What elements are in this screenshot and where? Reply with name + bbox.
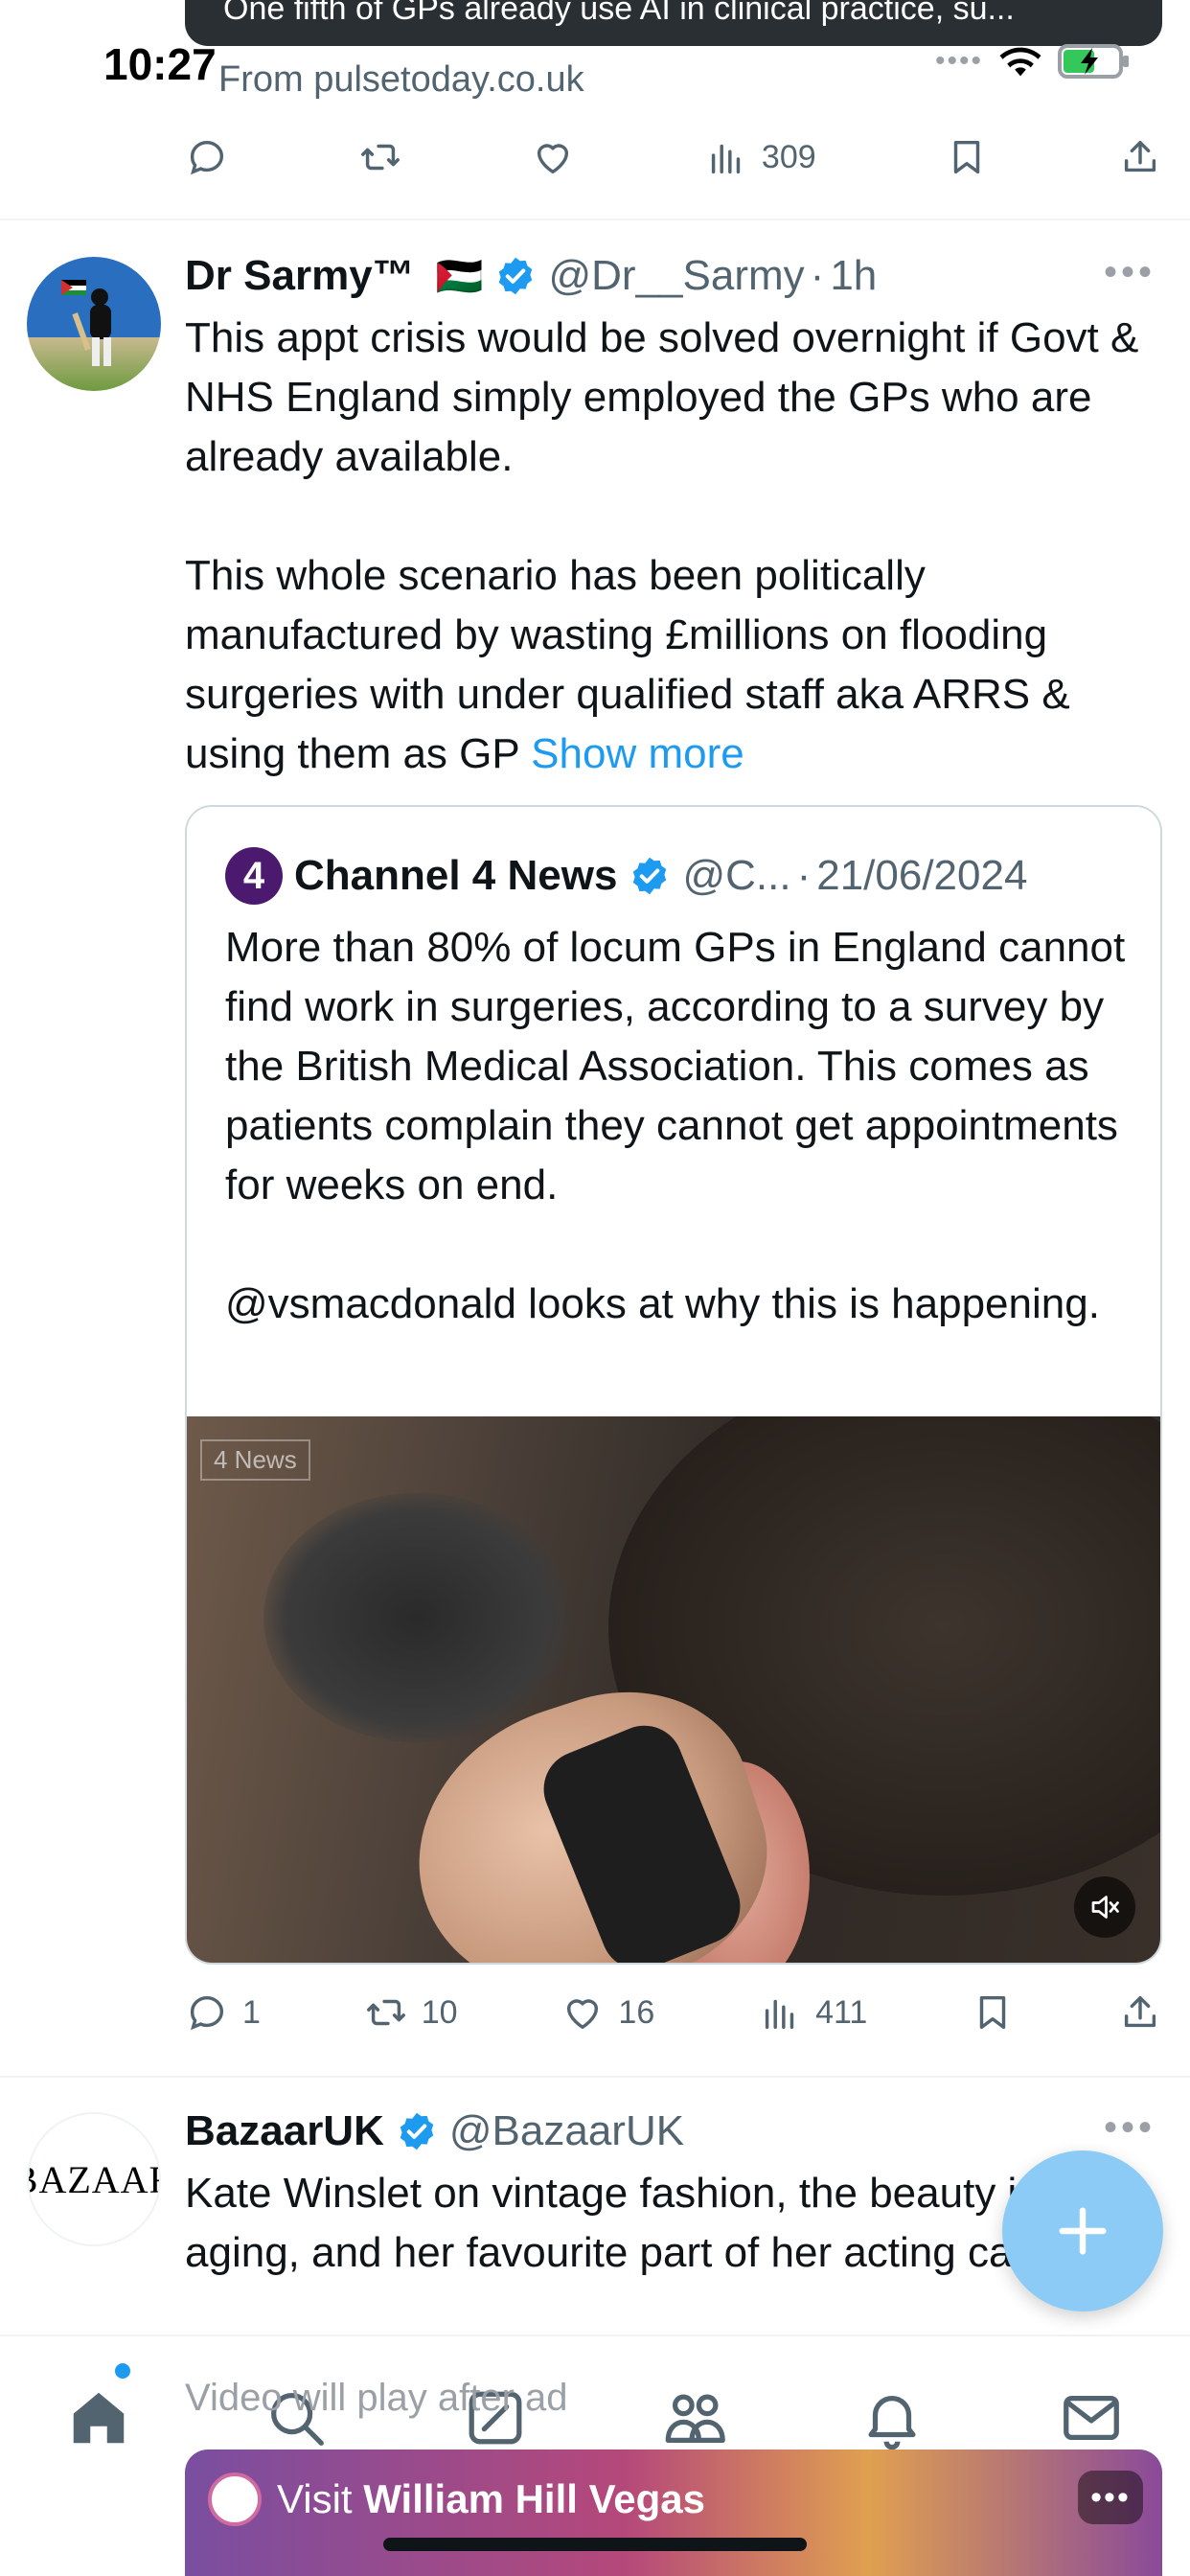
quote-date: 21/06/2024: [816, 852, 1028, 899]
status-icons: ••••: [935, 42, 1133, 80]
mail-icon: [1064, 2395, 1119, 2441]
ad-banner[interactable]: Visit William Hill Vegas •••: [185, 2450, 1162, 2576]
tab-home[interactable]: [56, 2375, 142, 2461]
quote-display-name: Channel 4 News: [294, 852, 618, 899]
bookmark-button[interactable]: [971, 1984, 1015, 2041]
avatar[interactable]: BAZAAR: [27, 2112, 161, 2246]
tweet-header: BazaarUK @BazaarUK: [185, 2103, 684, 2160]
divider: [0, 218, 1190, 220]
reply-button[interactable]: [185, 128, 229, 186]
bell-icon: [868, 2395, 916, 2450]
cricketer-image: [61, 280, 111, 366]
share-button[interactable]: [1118, 1984, 1162, 2041]
separator: ·: [810, 252, 825, 299]
compose-button[interactable]: [1002, 2150, 1163, 2312]
ad-more-options-icon[interactable]: •••: [1078, 2471, 1143, 2524]
timestamp[interactable]: 1h: [830, 252, 877, 300]
divider: [0, 2076, 1190, 2078]
prev-card-caption: One fifth of GPs already use AI in clini…: [223, 0, 1015, 27]
like-button[interactable]: 16: [561, 1984, 654, 2041]
prev-card-image[interactable]: One fifth of GPs already use AI in clini…: [185, 0, 1162, 46]
views-icon: [711, 144, 741, 174]
retweet-icon: [360, 144, 400, 171]
separator: ·: [796, 852, 812, 899]
mute-button[interactable]: [1074, 1876, 1135, 1938]
quote-handle: @C...: [682, 852, 791, 899]
video-player[interactable]: 4 News: [187, 1416, 1160, 1963]
tweet-text[interactable]: Kate Winslet on vintage fashion, the bea…: [185, 2164, 1143, 2283]
handle[interactable]: @Dr__Sarmy: [548, 252, 804, 300]
tweet-paragraph: This appt crisis would be solved overnig…: [185, 314, 1139, 480]
home-indicator: [383, 2538, 807, 2551]
more-options-icon[interactable]: •••: [1104, 2106, 1156, 2150]
like-button[interactable]: [531, 128, 575, 186]
more-options-icon[interactable]: •••: [1104, 251, 1156, 294]
views-icon: [765, 1999, 794, 2030]
share-button[interactable]: [1118, 128, 1162, 186]
flag-emoji: 🇵🇸: [435, 255, 484, 298]
avatar[interactable]: [27, 257, 161, 391]
heart-icon: [567, 1999, 599, 2030]
views-count: 411: [815, 1993, 868, 2031]
ad-label: Video will play after ad: [185, 2377, 568, 2419]
verified-badge-icon: [499, 257, 533, 295]
communities-icon: [665, 2394, 725, 2443]
heart-icon: [538, 144, 569, 174]
reply-icon: [190, 1995, 224, 2031]
share-icon: [1124, 140, 1156, 172]
muted-speaker-icon: [1091, 1896, 1119, 1919]
tweet-header: Dr Sarmy™ 🇵🇸 @Dr__Sarmy · 1h: [185, 247, 877, 305]
retweet-count: 10: [421, 1993, 458, 2031]
ad-cta[interactable]: Visit William Hill Vegas: [277, 2476, 705, 2522]
tweet-paragraph: This whole scenario has been politically…: [185, 546, 1162, 784]
quote-text: More than 80% of locum GPs in England ca…: [225, 918, 1145, 1334]
like-count: 16: [618, 1993, 655, 2031]
quote-paragraph: More than 80% of locum GPs in England ca…: [225, 924, 1126, 1208]
prev-tweet-actions: 309: [185, 128, 1162, 186]
status-time: 10:27: [103, 39, 217, 89]
tweet-text[interactable]: This appt crisis would be solved overnig…: [185, 309, 1162, 784]
video-phone-base: [263, 1493, 570, 1742]
plus-icon: [1059, 2207, 1107, 2255]
signal-icon: ••••: [934, 45, 983, 77]
video-watermark: 4 News: [200, 1439, 310, 1481]
wifi-icon: [999, 47, 1041, 77]
quote-header: 4 Channel 4 News @C... · 21/06/2024: [225, 847, 1027, 905]
ad-cta-prefix: Visit: [277, 2476, 364, 2521]
retweet-button[interactable]: [358, 128, 402, 186]
display-name[interactable]: BazaarUK: [185, 2107, 384, 2155]
verified-badge-icon: [633, 857, 667, 895]
advertiser-logo: [208, 2472, 262, 2526]
quote-avatar[interactable]: 4: [225, 847, 283, 905]
tweet-actions: 1 10 16 411: [185, 1984, 1162, 2041]
card-source[interactable]: From pulsetoday.co.uk: [218, 59, 584, 101]
verified-badge-icon: [400, 2112, 434, 2150]
display-name[interactable]: Dr Sarmy™: [185, 252, 415, 300]
views-button[interactable]: 309: [704, 128, 816, 186]
tab-notifications[interactable]: [849, 2375, 935, 2461]
handle[interactable]: @BazaarUK: [449, 2107, 684, 2155]
share-icon: [1124, 1995, 1156, 2028]
tab-messages[interactable]: [1048, 2375, 1134, 2461]
tab-communities[interactable]: [652, 2375, 738, 2461]
views-button[interactable]: 411: [758, 1984, 867, 2041]
retweet-button[interactable]: 10: [364, 1984, 458, 2041]
advertiser-name: William Hill Vegas: [363, 2476, 706, 2521]
quote-paragraph: @vsmacdonald looks at why this is happen…: [225, 1280, 1100, 1327]
home-icon: [73, 2392, 125, 2444]
quoted-tweet[interactable]: 4 Channel 4 News @C... · 21/06/2024 More…: [185, 805, 1162, 1965]
bookmark-button[interactable]: [945, 128, 989, 186]
reply-count: 1: [242, 1993, 261, 2031]
retweet-icon: [366, 1999, 405, 2026]
views-count: 309: [761, 138, 816, 175]
reply-icon: [190, 140, 224, 175]
battery-icon: [1058, 44, 1129, 79]
bookmark-icon: [979, 1995, 1006, 2030]
reply-button[interactable]: 1: [185, 1984, 261, 2041]
new-posts-dot: [115, 2363, 130, 2379]
avatar-logo-text: BAZAAR: [29, 2157, 159, 2201]
show-more-link[interactable]: Show more: [531, 730, 744, 777]
bookmark-icon: [954, 140, 980, 174]
